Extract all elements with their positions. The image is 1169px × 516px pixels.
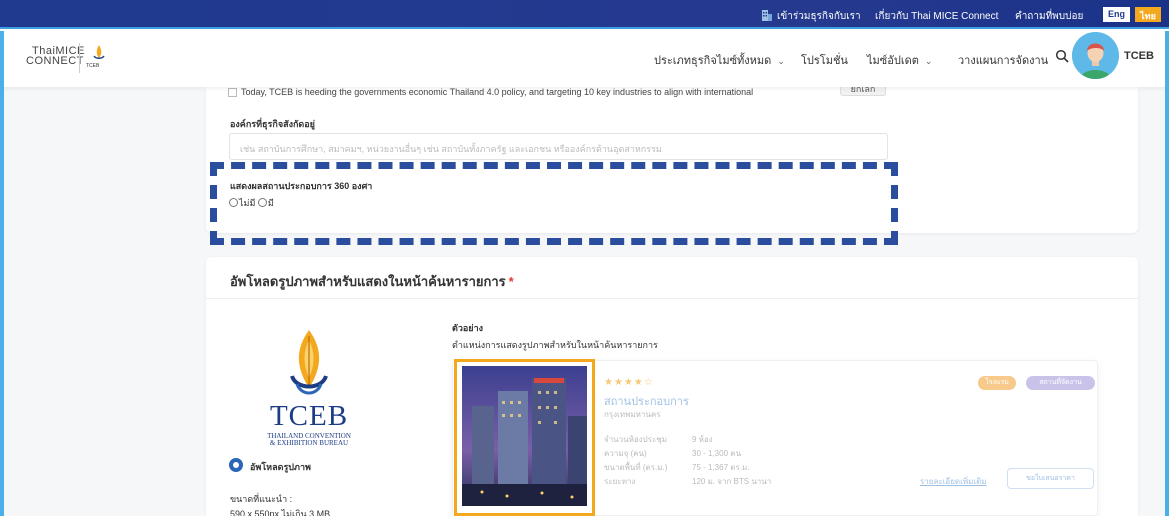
chevron-down-icon: ⌄	[924, 56, 933, 66]
nav-promotions[interactable]: โปรโมชั่น	[801, 51, 848, 69]
badge-hotel: โรงแรม	[978, 376, 1016, 390]
tceb-small-text: TCEB	[86, 63, 100, 69]
user-avatar-icon	[1072, 32, 1119, 79]
lang-th-button[interactable]: ไทย	[1135, 7, 1161, 22]
rating-stars: ★★★★☆	[604, 377, 654, 388]
spec-label: จำนวนห้องประชุม	[604, 435, 667, 444]
spec-value: 30 - 1,300 คน	[692, 449, 742, 458]
main-navbar: ThaiMICE CONNECT TCEB ประเภทธุรกิจไมซ์ทั…	[0, 31, 1169, 87]
nav-mice-update[interactable]: ไมซ์อัปเดต ⌄	[867, 51, 932, 69]
faq-link[interactable]: คำถามที่พบบ่อย	[1015, 9, 1083, 24]
building-icon	[762, 10, 772, 21]
logo-divider	[79, 43, 80, 73]
org-input[interactable]: เช่น สถาบันการศึกษา, สมาคมฯ, หน่วยงานอื่…	[229, 133, 888, 160]
upload-section-title: อัพโหลดรูปภาพสำหรับแสดงในหน้าค้นหารายการ…	[230, 274, 514, 289]
spec-label: ระยะทาง	[604, 477, 636, 486]
spec-label: ขนาดพื้นที่ (ตร.ม.)	[604, 463, 668, 472]
top-utility-bar: เข้าร่วมธุรกิจกับเรา เกี่ยวกับ Thai MICE…	[0, 0, 1169, 29]
left-accent-edge	[0, 31, 4, 516]
example-venue-location: กรุงเทพมหานคร	[604, 410, 661, 419]
search-icon[interactable]	[1055, 49, 1069, 63]
thai-mice-connect-logo[interactable]: ThaiMICE CONNECT	[26, 44, 84, 72]
tceb-logo-sub2: & EXHIBITION BUREAU	[269, 439, 349, 447]
user-name[interactable]: TCEB	[1124, 50, 1154, 62]
partial-description-row: Today, TCEB is heeding the governments e…	[228, 87, 753, 98]
chevron-down-icon: ⌄	[777, 56, 785, 66]
request-quote-button[interactable]: ขอใบเสนอราคา	[1007, 468, 1094, 489]
org-label: องค์กรที่ธุรกิจสังกัดอยู่	[230, 119, 315, 129]
tceb-logo-preview: TCEB THAILAND CONVENTION & EXHIBITION BU…	[248, 328, 370, 448]
spec-value: 75 - 1,367 ตร.ม.	[692, 463, 750, 472]
section-divider	[206, 298, 1138, 299]
tceb-small-logo[interactable]: TCEB	[86, 44, 112, 72]
recommended-size-label: ขนาดที่แนะนำ :	[230, 494, 293, 504]
join-business-link[interactable]: เข้าร่วมธุรกิจกับเรา	[777, 9, 861, 24]
spec-value: 120 ม. จาก BTS นานา	[692, 477, 772, 486]
right-accent-edge	[1165, 31, 1169, 516]
more-details-link[interactable]: รายละเอียดเพิ่มเติม	[920, 475, 987, 488]
highlight-dashed-box	[210, 162, 898, 245]
nav-business-types[interactable]: ประเภทธุรกิจไมซ์ทั้งหมด ⌄	[654, 51, 785, 69]
upload-radio[interactable]	[229, 458, 243, 472]
spec-label: ความจุ (คน)	[604, 449, 647, 458]
example-photo	[462, 366, 587, 506]
logo-line2: CONNECT	[26, 55, 84, 67]
recommended-size-value: 590 x 550px ไม่เกิน 3 MB	[230, 509, 331, 516]
tceb-flame-icon	[93, 45, 105, 59]
tceb-logo-word: TCEB	[269, 400, 349, 432]
spec-value: 9 ห้อง	[692, 435, 713, 444]
lang-en-button[interactable]: Eng	[1103, 7, 1130, 22]
about-link[interactable]: เกี่ยวกับ Thai MICE Connect	[875, 9, 998, 24]
tceb-flame-logo-icon	[290, 330, 328, 395]
required-asterisk: *	[508, 274, 514, 289]
avatar[interactable]	[1072, 32, 1119, 79]
example-description: ตำแหน่งการแสดงรูปภาพสำหรับในหน้าค้นหาราย…	[452, 340, 658, 350]
building-photo-icon	[462, 366, 587, 506]
nav-event-planning[interactable]: วางแผนการจัดงาน	[958, 51, 1048, 69]
checkbox[interactable]	[228, 88, 237, 98]
example-title: ตัวอย่าง	[452, 323, 484, 333]
badge-category: สถานที่จัดงาน	[1026, 376, 1095, 390]
upload-image-label[interactable]: อัพโหลดรูปภาพ	[250, 460, 311, 474]
